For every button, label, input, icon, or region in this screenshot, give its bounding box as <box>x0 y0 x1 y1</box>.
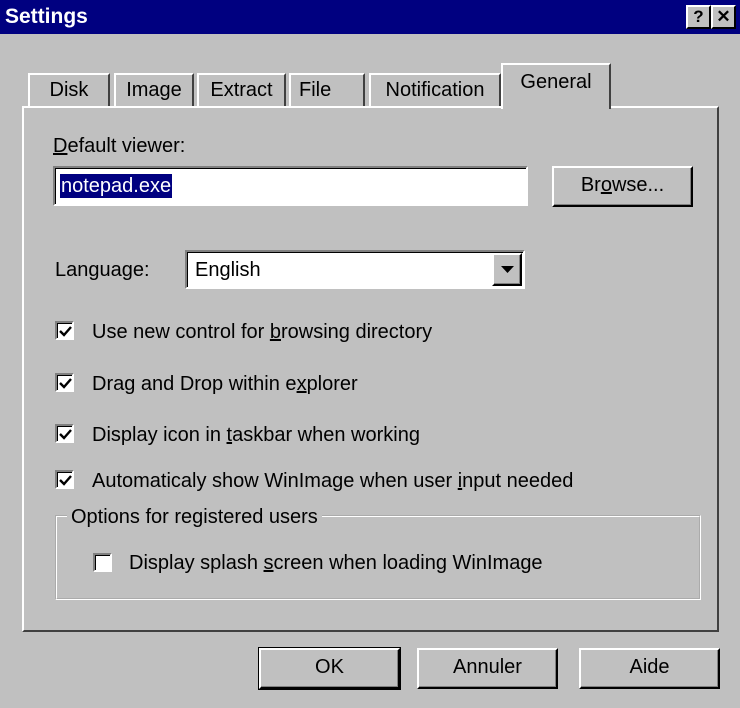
title-bar <box>0 0 740 34</box>
checkbox-auto-show-label: Automaticaly show WinImage when user inp… <box>92 470 574 492</box>
language-value: English <box>195 259 261 281</box>
tab-general[interactable]: General <box>501 63 611 109</box>
default-viewer-label: Default viewer: <box>53 135 186 157</box>
registered-users-group-label: Options for registered users <box>67 505 322 529</box>
cancel-button[interactable]: Annuler <box>417 648 558 689</box>
ok-button[interactable]: OK <box>258 647 401 690</box>
checkmark-icon <box>59 475 72 486</box>
question-icon: ? <box>693 7 704 26</box>
default-viewer-input[interactable]: notepad.exe <box>53 166 528 206</box>
help-button[interactable]: Aide <box>579 648 720 689</box>
default-viewer-value: notepad.exe <box>60 174 173 198</box>
checkbox-new-browse-control-label: Use new control for browsing directory <box>92 321 433 343</box>
language-select[interactable]: English <box>185 250 525 289</box>
window-title: Settings <box>5 5 88 28</box>
tab-disk[interactable]: Disk <box>28 73 110 107</box>
chevron-down-icon <box>501 266 514 273</box>
browse-button[interactable]: Browse... <box>552 166 693 207</box>
tab-extract[interactable]: Extract <box>197 73 286 107</box>
help-title-button[interactable]: ? <box>686 5 711 29</box>
checkbox-taskbar-icon-label: Display icon in taskbar when working <box>92 424 420 446</box>
checkmark-icon <box>59 378 72 389</box>
language-dropdown-button[interactable] <box>492 253 522 286</box>
checkmark-icon <box>59 429 72 440</box>
checkmark-icon <box>59 326 72 337</box>
close-icon: ✕ <box>716 7 731 26</box>
checkbox-splash-screen[interactable] <box>93 553 112 572</box>
checkbox-taskbar-icon[interactable] <box>55 424 74 443</box>
tab-notification[interactable]: Notification <box>369 73 501 107</box>
checkbox-drag-drop-label: Drag and Drop within explorer <box>92 373 358 395</box>
checkbox-drag-drop[interactable] <box>55 373 74 392</box>
checkbox-splash-screen-label: Display splash screen when loading WinIm… <box>129 552 543 574</box>
checkbox-new-browse-control[interactable] <box>55 321 74 340</box>
language-label: Language: <box>55 259 150 281</box>
tab-file[interactable]: File <box>289 73 365 107</box>
close-title-button[interactable]: ✕ <box>711 5 736 29</box>
checkbox-auto-show[interactable] <box>55 470 74 489</box>
tab-image[interactable]: Image <box>114 73 194 107</box>
